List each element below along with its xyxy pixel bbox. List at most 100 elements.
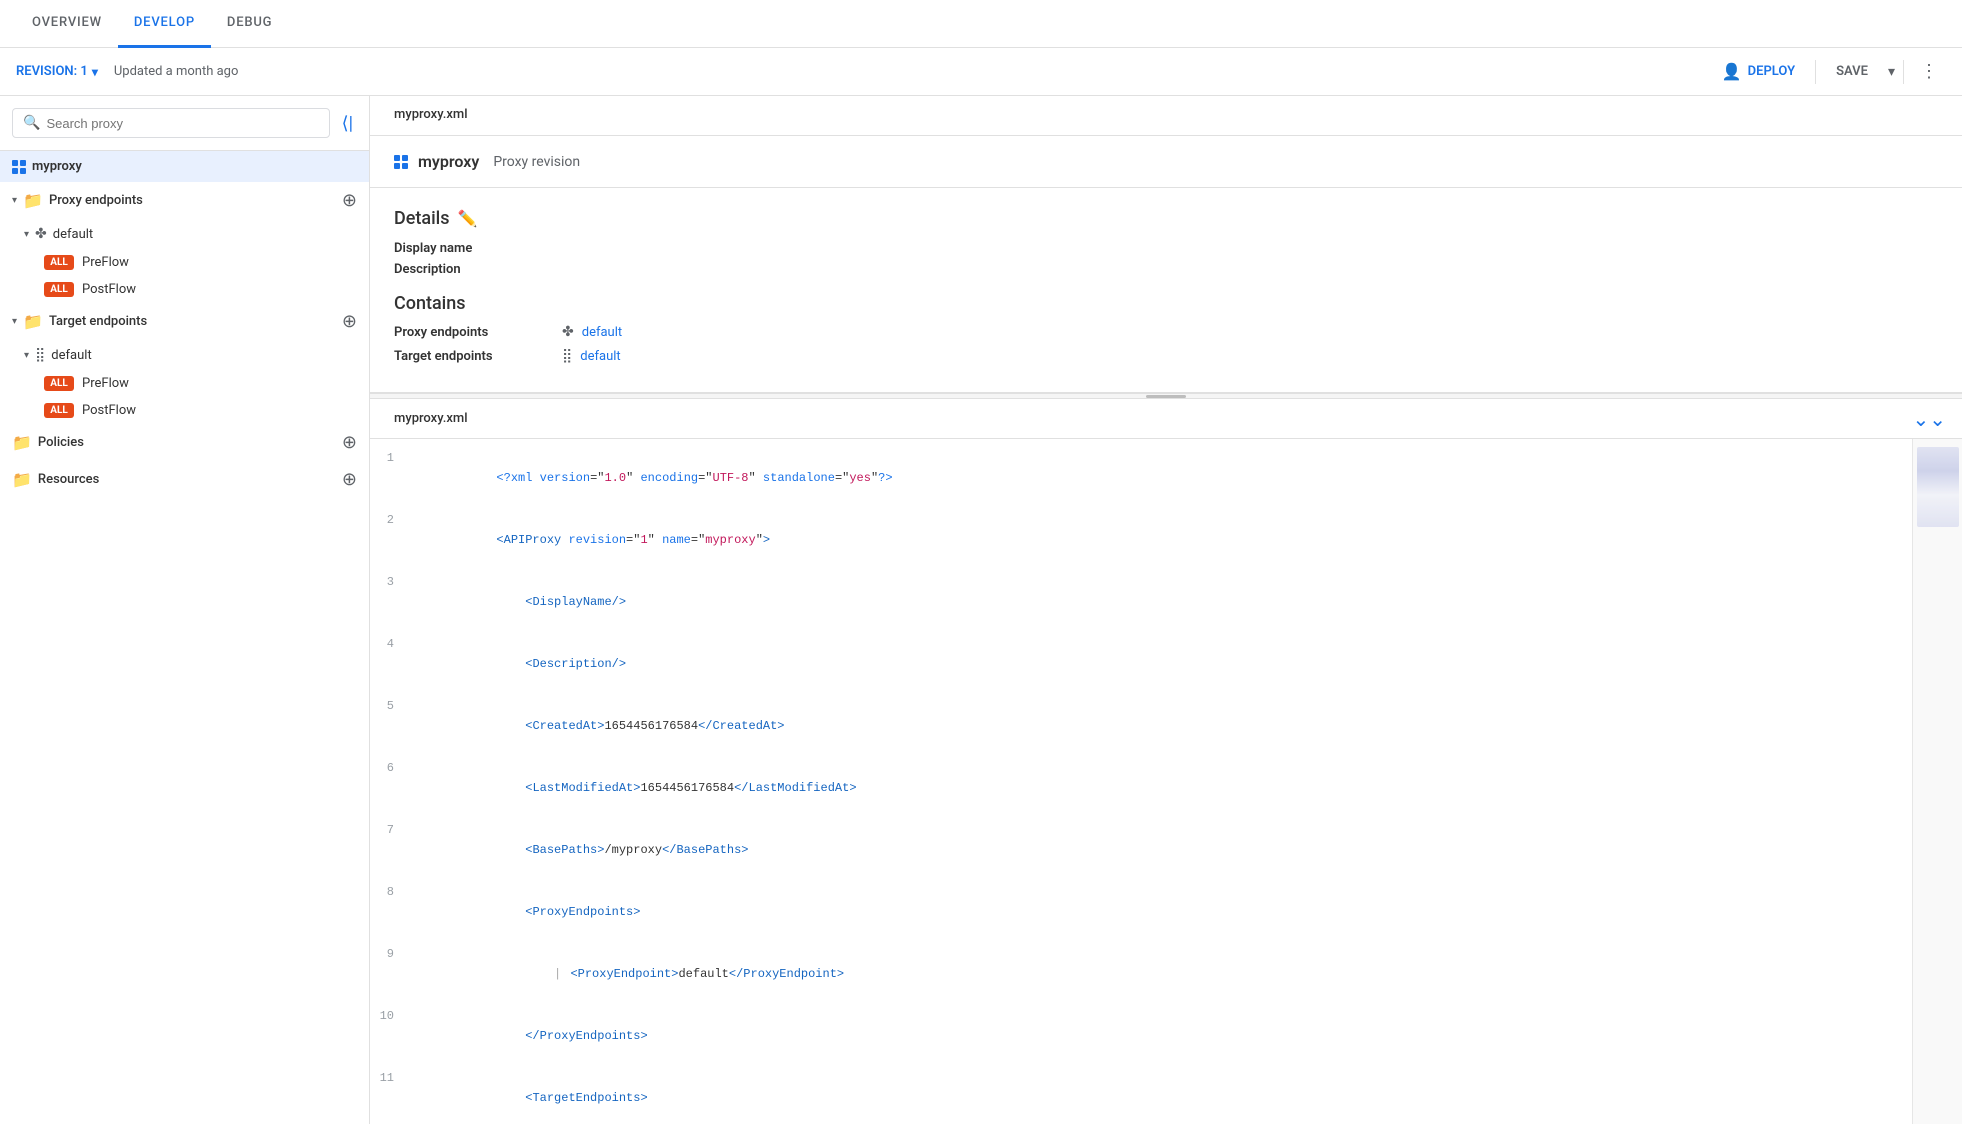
add-proxy-endpoint-icon[interactable]: ⊕ bbox=[342, 190, 357, 211]
proxy-endpoint-default-label: default bbox=[53, 227, 93, 242]
code-line-1: 1 <?xml version="1.0" encoding="UTF-8" s… bbox=[370, 447, 1962, 509]
contains-title: Contains bbox=[394, 293, 1938, 314]
target-postflow-badge: ALL bbox=[44, 403, 74, 418]
revision-bar: REVISION: 1 ▾ Updated a month ago 👤 DEPL… bbox=[0, 48, 1962, 96]
folder-icon: 📁 bbox=[23, 191, 43, 210]
add-target-endpoint-icon[interactable]: ⊕ bbox=[342, 311, 357, 332]
add-policy-icon[interactable]: ⊕ bbox=[342, 432, 357, 453]
description-row: Description bbox=[394, 262, 1938, 277]
folder-policies-icon: 📁 bbox=[12, 433, 32, 452]
tab-develop[interactable]: DEVELOP bbox=[118, 0, 211, 48]
proxy-endpoints-link[interactable]: default bbox=[582, 325, 622, 340]
proxy-endpoints-label: Proxy endpoints bbox=[49, 193, 143, 208]
divider2 bbox=[1903, 60, 1904, 84]
sidebar: 🔍 ⟨| myproxy ▾ 📁 Proxy endpoints ⊕ ▾ ✤ d… bbox=[0, 96, 370, 1124]
proxy-card-header: myproxy Proxy revision bbox=[370, 136, 1962, 188]
add-resource-icon[interactable]: ⊕ bbox=[342, 469, 357, 490]
policies-label: Policies bbox=[38, 435, 84, 450]
edit-details-icon[interactable]: ✏️ bbox=[458, 209, 478, 228]
contains-section: Contains Proxy endpoints ✤ default Targe… bbox=[394, 293, 1938, 364]
top-nav: OVERVIEW DEVELOP DEBUG bbox=[0, 0, 1962, 48]
preflow-label: PreFlow bbox=[82, 255, 129, 270]
proxy-postflow-row[interactable]: ALL PostFlow bbox=[0, 276, 369, 303]
code-line-2: 2 <APIProxy revision="1" name="myproxy"> bbox=[370, 509, 1962, 571]
target-postflow-row[interactable]: ALL PostFlow bbox=[0, 397, 369, 424]
grid-target-icon: ✤ bbox=[35, 226, 47, 242]
save-dropdown-icon[interactable]: ▾ bbox=[1888, 64, 1895, 80]
proxy-endpoint-default[interactable]: ▾ ✤ default bbox=[0, 219, 369, 249]
target-preflow-label: PreFlow bbox=[82, 376, 129, 391]
chevron-down-icon-target: ▾ bbox=[12, 316, 17, 327]
chevron-down-icon: ▾ bbox=[12, 195, 17, 206]
sidebar-search-row: 🔍 ⟨| bbox=[0, 96, 369, 151]
section-proxy-endpoints[interactable]: ▾ 📁 Proxy endpoints ⊕ bbox=[0, 182, 369, 219]
collapse-sidebar-icon[interactable]: ⟨| bbox=[338, 111, 357, 136]
target-endpoint-default[interactable]: ▾ ⣿ default bbox=[0, 340, 369, 370]
code-line-7: 7 <BasePaths>/myproxy</BasePaths> bbox=[370, 819, 1962, 881]
search-input-wrap: 🔍 bbox=[12, 108, 330, 138]
proxy-name-label: myproxy bbox=[32, 159, 357, 174]
more-options-icon[interactable]: ⋮ bbox=[1912, 57, 1946, 86]
target-preflow-badge: ALL bbox=[44, 376, 74, 391]
target-endpoints-label: Target endpoints bbox=[49, 314, 147, 329]
code-line-9: 9 | <ProxyEndpoint>default</ProxyEndpoin… bbox=[370, 943, 1962, 1005]
tab-overview[interactable]: OVERVIEW bbox=[16, 0, 118, 48]
save-button[interactable]: SAVE bbox=[1824, 58, 1880, 85]
display-name-label: Display name bbox=[394, 241, 534, 256]
minimap-visual bbox=[1917, 447, 1959, 527]
grid-icon-target-default: ⣿ bbox=[35, 347, 45, 363]
preflow-badge: ALL bbox=[44, 255, 74, 270]
revision-bar-actions: 👤 DEPLOY SAVE ▾ ⋮ bbox=[1710, 56, 1946, 87]
xml-editor-tab-bar: myproxy.xml ⌄⌄ bbox=[370, 399, 1962, 439]
deploy-button[interactable]: 👤 DEPLOY bbox=[1710, 56, 1807, 87]
section-resources[interactable]: 📁 Resources ⊕ bbox=[0, 461, 369, 498]
target-postflow-label: PostFlow bbox=[82, 403, 136, 418]
section-target-endpoints[interactable]: ▾ 📁 Target endpoints ⊕ bbox=[0, 303, 369, 340]
postflow-label: PostFlow bbox=[82, 282, 136, 297]
main-layout: 🔍 ⟨| myproxy ▾ 📁 Proxy endpoints ⊕ ▾ ✤ d… bbox=[0, 96, 1962, 1124]
target-endpoints-contains-label: Target endpoints bbox=[394, 349, 554, 364]
proxy-endpoint-icon: ✤ bbox=[562, 324, 574, 340]
file-tab-bar: myproxy.xml bbox=[370, 96, 1962, 136]
proxy-endpoints-contains-label: Proxy endpoints bbox=[394, 325, 554, 340]
code-line-4: 4 <Description/> bbox=[370, 633, 1962, 695]
target-endpoints-contains-row: Target endpoints ⣿ default bbox=[394, 348, 1938, 364]
proxy-card-grid-icon bbox=[394, 155, 408, 169]
revision-dropdown[interactable]: REVISION: 1 ▾ bbox=[16, 64, 98, 79]
section-policies[interactable]: 📁 Policies ⊕ bbox=[0, 424, 369, 461]
code-line-11: 11 <TargetEndpoints> bbox=[370, 1067, 1962, 1124]
target-endpoints-link[interactable]: default bbox=[580, 349, 620, 364]
code-line-5: 5 <CreatedAt>1654456176584</CreatedAt> bbox=[370, 695, 1962, 757]
xml-editor-panel: myproxy.xml ⌄⌄ 1 <?xml version="1.0" enc… bbox=[370, 399, 1962, 1124]
chevron-down-icon-target-default: ▾ bbox=[24, 350, 29, 361]
target-endpoint-default-label: default bbox=[51, 348, 91, 363]
search-input[interactable] bbox=[46, 116, 318, 131]
proxy-grid-icon bbox=[12, 160, 26, 174]
tab-debug[interactable]: DEBUG bbox=[211, 0, 288, 48]
search-icon: 🔍 bbox=[23, 115, 40, 131]
right-content: myproxy.xml myproxy Proxy revision Detai… bbox=[370, 96, 1962, 1124]
proxy-info-card: myproxy Proxy revision Details ✏️ Displa… bbox=[370, 136, 1962, 393]
divider bbox=[1815, 60, 1816, 84]
proxy-card-name: myproxy bbox=[418, 152, 479, 171]
xml-editor-tab[interactable]: myproxy.xml bbox=[386, 399, 476, 439]
details-title: Details ✏️ bbox=[394, 208, 1938, 229]
proxy-details-section: Details ✏️ Display name Description Cont… bbox=[370, 188, 1962, 392]
chevron-down-icon-proxy: ▾ bbox=[24, 229, 29, 240]
folder-resources-icon: 📁 bbox=[12, 470, 32, 489]
target-endpoint-icon: ⣿ bbox=[562, 348, 572, 364]
resources-label: Resources bbox=[38, 472, 99, 487]
folder-target-icon: 📁 bbox=[23, 312, 43, 331]
file-tab-myproxy[interactable]: myproxy.xml bbox=[386, 96, 476, 136]
code-line-3: 3 <DisplayName/> bbox=[370, 571, 1962, 633]
code-line-10: 10 </ProxyEndpoints> bbox=[370, 1005, 1962, 1067]
proxy-preflow-row[interactable]: ALL PreFlow bbox=[0, 249, 369, 276]
target-preflow-row[interactable]: ALL PreFlow bbox=[0, 370, 369, 397]
postflow-badge: ALL bbox=[44, 282, 74, 297]
code-area[interactable]: 1 <?xml version="1.0" encoding="UTF-8" s… bbox=[370, 439, 1962, 1124]
code-line-8: 8 <ProxyEndpoints> bbox=[370, 881, 1962, 943]
proxy-endpoints-contains-row: Proxy endpoints ✤ default bbox=[394, 324, 1938, 340]
xml-expand-icon[interactable]: ⌄⌄ bbox=[1912, 407, 1946, 431]
description-label: Description bbox=[394, 262, 534, 277]
sidebar-item-myproxy[interactable]: myproxy bbox=[0, 151, 369, 182]
